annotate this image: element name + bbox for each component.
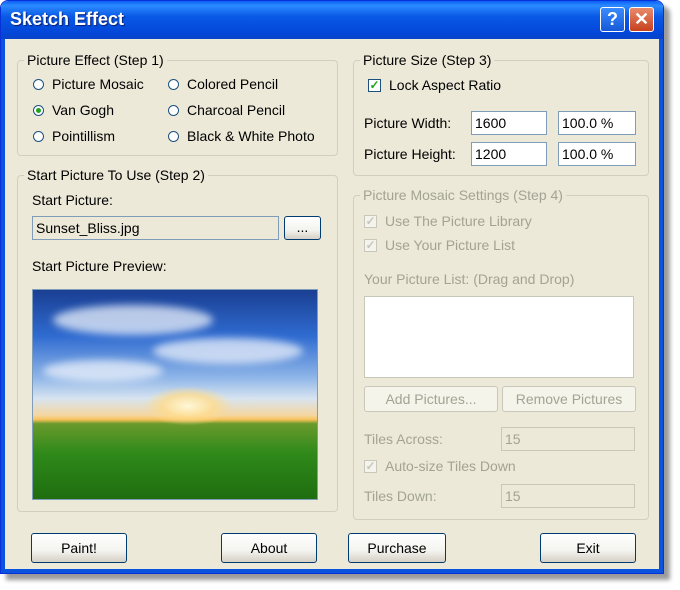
mosaic-settings-legend: Picture Mosaic Settings (Step 4) (363, 187, 563, 203)
radio-picture-mosaic[interactable]: Picture Mosaic (33, 76, 144, 92)
radio-circle-selected (33, 104, 44, 116)
preview-cloud (153, 338, 303, 364)
preview-cloud (53, 305, 213, 335)
checkbox-label: Use The Picture Library (385, 213, 532, 229)
width-label: Picture Width: (364, 115, 452, 131)
radio-pointillism[interactable]: Pointillism (33, 128, 115, 144)
radio-circle (33, 78, 44, 90)
paint-button[interactable]: Paint! (31, 533, 127, 563)
radio-label: Colored Pencil (187, 76, 279, 92)
radio-black-white-photo[interactable]: Black & White Photo (168, 128, 315, 144)
sketch-effect-window: Sketch Effect ? ✕ Picture Effect (Step 1… (0, 0, 664, 574)
radio-circle (33, 130, 44, 142)
lock-aspect-checkbox[interactable]: ✓ Lock Aspect Ratio (368, 77, 501, 93)
tiles-down-input[interactable]: 15 (501, 484, 635, 508)
browse-button[interactable]: ... (284, 216, 321, 240)
checkbox-label: Use Your Picture List (385, 237, 515, 253)
autosize-tiles-checkbox[interactable]: ✓ Auto-size Tiles Down (364, 458, 516, 474)
radio-label: Picture Mosaic (52, 76, 144, 92)
width-percent-input[interactable]: 100.0 % (558, 111, 636, 135)
preview-sun (143, 386, 233, 426)
picture-size-legend: Picture Size (Step 3) (363, 52, 492, 68)
add-pictures-button[interactable]: Add Pictures... (364, 386, 498, 412)
remove-pictures-button[interactable]: Remove Pictures (502, 386, 636, 412)
radio-label: Charcoal Pencil (187, 102, 286, 118)
checkbox-label: Lock Aspect Ratio (389, 77, 502, 93)
tiles-down-label: Tiles Down: (364, 488, 437, 504)
start-picture-preview (32, 289, 318, 500)
tiles-across-label: Tiles Across: (364, 431, 443, 447)
exit-button[interactable]: Exit (540, 533, 636, 563)
check-icon: ✓ (364, 237, 377, 252)
check-icon: ✓ (368, 77, 381, 92)
help-icon[interactable]: ? (600, 7, 625, 32)
radio-label: Pointillism (52, 128, 116, 144)
radio-circle (168, 104, 179, 116)
purchase-button[interactable]: Purchase (348, 533, 446, 563)
height-percent-input[interactable]: 100.0 % (558, 142, 636, 166)
radio-van-gogh[interactable]: Van Gogh (33, 102, 114, 118)
height-label: Picture Height: (364, 146, 456, 162)
preview-label: Start Picture Preview: (32, 258, 167, 274)
height-input[interactable]: 1200 (471, 142, 547, 166)
width-input[interactable]: 1600 (471, 111, 547, 135)
about-button[interactable]: About (221, 533, 317, 563)
check-icon: ✓ (364, 213, 377, 228)
tiles-across-input[interactable]: 15 (501, 427, 635, 451)
radio-label: Black & White Photo (187, 128, 315, 144)
preview-cloud (43, 360, 163, 382)
checkbox-label: Auto-size Tiles Down (385, 458, 516, 474)
start-picture-field[interactable]: Sunset_Bliss.jpg (32, 216, 279, 240)
radio-colored-pencil[interactable]: Colored Pencil (168, 76, 278, 92)
picture-list-label: Your Picture List: (Drag and Drop) (364, 271, 575, 287)
use-list-checkbox[interactable]: ✓ Use Your Picture List (364, 237, 515, 253)
radio-circle (168, 130, 179, 142)
window-frame-bottom (1, 569, 663, 573)
title-bar[interactable]: Sketch Effect ? ✕ (1, 1, 663, 39)
check-icon: ✓ (364, 458, 377, 473)
picture-list-box[interactable] (364, 296, 634, 378)
window-title: Sketch Effect (10, 9, 125, 29)
start-picture-label: Start Picture: (32, 192, 113, 208)
picture-effect-legend: Picture Effect (Step 1) (27, 52, 164, 68)
use-library-checkbox[interactable]: ✓ Use The Picture Library (364, 213, 532, 229)
close-icon[interactable]: ✕ (629, 7, 654, 32)
radio-charcoal-pencil[interactable]: Charcoal Pencil (168, 102, 285, 118)
radio-label: Van Gogh (52, 102, 115, 118)
start-picture-legend: Start Picture To Use (Step 2) (27, 167, 205, 183)
radio-circle (168, 78, 179, 90)
